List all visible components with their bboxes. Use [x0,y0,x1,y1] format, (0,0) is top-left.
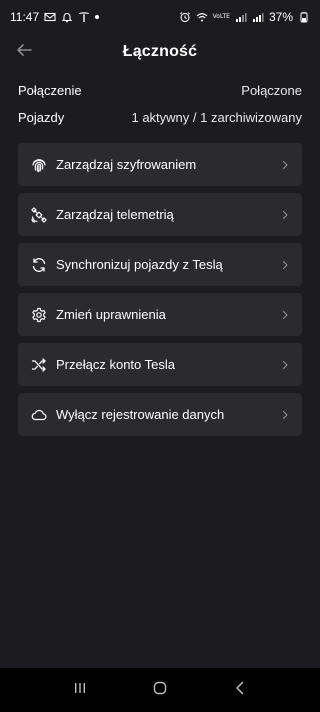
chevron-right-icon [280,410,290,420]
vehicles-row: Pojazdy 1 aktywny / 1 zarchiwizowany [18,107,302,127]
home-button[interactable] [145,675,175,705]
nav-back-button[interactable] [225,675,255,705]
chevron-right-icon [280,260,290,270]
back-button[interactable] [12,40,36,64]
menu-item-label: Synchronizuj pojazdy z Teslą [56,257,223,272]
menu-item-label: Przełącz konto Tesla [56,357,175,372]
cloud-icon [31,407,47,423]
status-time: 11:47 [10,10,40,24]
settings-menu: Zarządzaj szyfrowaniem Zarządzaj telemet… [18,143,302,436]
menu-item-switch-account[interactable]: Przełącz konto Tesla [18,343,302,386]
recent-apps-icon [72,680,88,701]
vehicles-value: 1 aktywny / 1 zarchiwizowany [131,109,302,125]
vehicles-label: Pojazdy [18,109,65,125]
menu-item-change-permissions[interactable]: Zmień uprawnienia [18,293,302,336]
connection-row: Połączenie Połączone [18,80,302,100]
home-icon [152,680,168,701]
sync-icon [31,257,47,273]
wifi-icon [196,11,208,23]
chevron-right-icon [280,210,290,220]
gear-icon [31,307,47,323]
arrow-left-icon [15,41,33,64]
menu-item-label: Zarządzaj telemetrią [56,207,174,222]
status-bar: 11:47 VoLTE 37% [0,0,320,34]
menu-item-label: Zmień uprawnienia [56,307,166,322]
menu-item-manage-encryption[interactable]: Zarządzaj szyfrowaniem [18,143,302,186]
signal-icon [235,11,247,23]
status-left: 11:47 [10,10,100,24]
tesla-logo-icon [78,11,90,23]
satellite-icon [31,206,47,223]
menu-item-manage-telemetry[interactable]: Zarządzaj telemetrią [18,193,302,236]
shuffle-icon [31,357,47,373]
page-title: Łączność [122,43,198,60]
connection-label: Połączenie [18,82,82,98]
menu-item-label: Wyłącz rejestrowanie danych [56,407,225,422]
chevron-right-icon [280,360,290,370]
notification-dot [95,15,100,19]
header: Łączność [0,34,320,70]
battery-percent: 37% [268,10,293,24]
volte-label: VoLTE [212,13,230,20]
chevron-right-icon [280,160,290,170]
fingerprint-icon [31,157,47,173]
back-icon [232,680,248,701]
mail-icon [44,11,56,23]
recent-apps-button[interactable] [65,675,95,705]
status-right: VoLTE 37% [179,10,310,24]
system-nav-bar [0,668,320,712]
alarm-clock-icon [179,11,191,23]
menu-item-label: Zarządzaj szyfrowaniem [56,157,197,172]
chevron-right-icon [280,310,290,320]
connection-value: Połączone [241,82,302,98]
signal-icon-2 [252,11,264,23]
battery-icon [298,11,310,23]
menu-item-sync-vehicles[interactable]: Synchronizuj pojazdy z Teslą [18,243,302,286]
menu-item-disable-logging[interactable]: Wyłącz rejestrowanie danych [18,393,302,436]
alarm-bell-icon [61,11,73,23]
